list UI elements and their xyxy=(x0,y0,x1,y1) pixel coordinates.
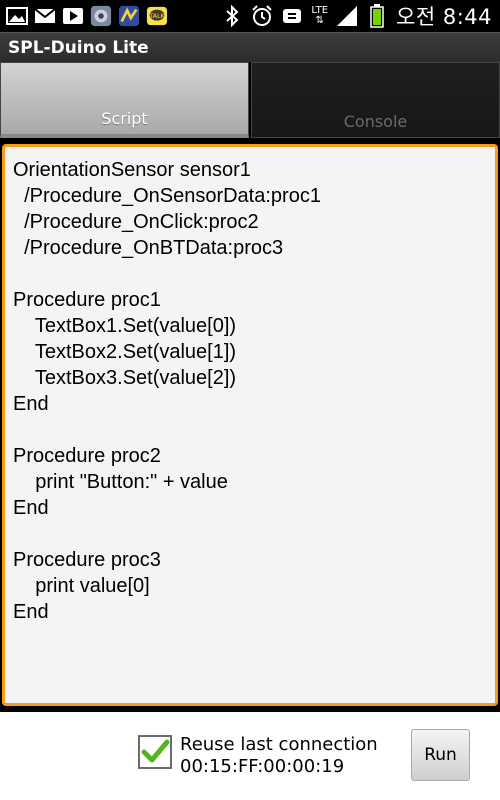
connection-address: 00:15:FF:00:00:19 xyxy=(180,756,345,777)
run-button[interactable]: Run xyxy=(411,729,470,781)
bluetooth-icon xyxy=(221,5,243,27)
script-text[interactable]: OrientationSensor sensor1 /Procedure_OnS… xyxy=(13,157,487,625)
app-title: SPL-Duino Lite xyxy=(8,38,149,58)
tab-script-label: Script xyxy=(101,109,148,128)
checkmark-icon xyxy=(141,739,170,763)
lte-icon: LTE ⇅ xyxy=(311,5,329,26)
notification-icons: TALK xyxy=(6,3,168,29)
status-bar: TALK LTE ⇅ 오전 8:44 xyxy=(0,0,500,32)
svg-text:TALK: TALK xyxy=(148,12,165,20)
system-icons: LTE ⇅ 오전 8:44 xyxy=(221,3,492,29)
tab-bar: Script Console xyxy=(0,62,500,140)
battery-icon xyxy=(366,4,388,28)
silent-mode-icon xyxy=(281,6,303,26)
image-icon xyxy=(6,6,28,26)
tile-app-icon xyxy=(118,5,140,27)
script-editor[interactable]: OrientationSensor sensor1 /Procedure_OnS… xyxy=(2,144,498,706)
reuse-connection-label: Reuse last connection 00:15:FF:00:00:19 xyxy=(180,734,378,778)
tab-console-label: Console xyxy=(343,112,408,131)
clock: 오전 8:44 xyxy=(396,5,492,29)
signal-icon xyxy=(336,6,358,26)
tab-console[interactable]: Console xyxy=(251,62,500,138)
app-title-bar: SPL-Duino Lite xyxy=(0,32,500,63)
reuse-connection-checkbox[interactable] xyxy=(138,735,172,769)
tab-script[interactable]: Script xyxy=(0,62,249,138)
reuse-connection-text: Reuse last connection xyxy=(180,734,378,755)
gmail-icon xyxy=(34,6,56,26)
alarm-icon xyxy=(251,5,273,26)
game-icon xyxy=(90,5,112,27)
kakaotalk-icon: TALK xyxy=(146,6,168,26)
youtube-icon xyxy=(62,6,84,26)
editor-container: OrientationSensor sensor1 /Procedure_OnS… xyxy=(0,140,500,712)
